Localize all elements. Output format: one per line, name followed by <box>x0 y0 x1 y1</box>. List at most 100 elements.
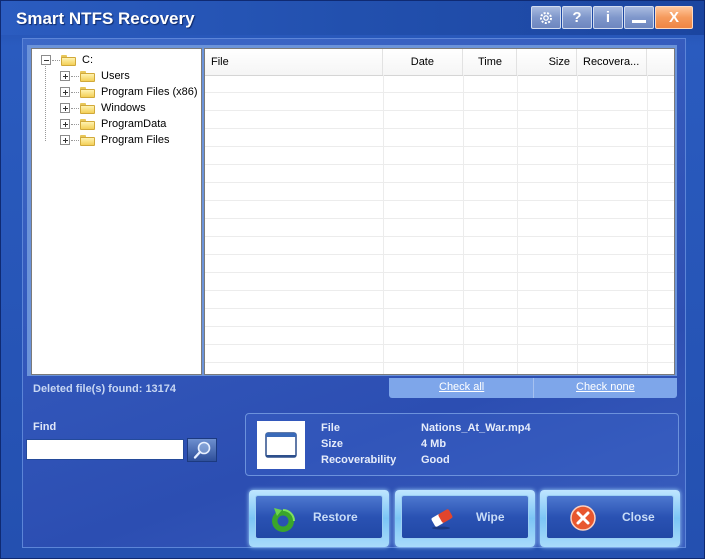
table-row <box>205 75 674 93</box>
recoverability-label: Recoverability <box>321 454 397 466</box>
expand-icon[interactable] <box>60 71 70 81</box>
restore-icon <box>272 508 295 532</box>
minimize-button[interactable] <box>624 6 654 29</box>
settings-button[interactable] <box>531 6 561 29</box>
table-row <box>205 111 674 129</box>
expand-icon[interactable] <box>60 87 70 97</box>
cancel-icon <box>570 505 596 531</box>
table-row <box>205 183 674 201</box>
table-row <box>205 219 674 237</box>
folder-icon <box>61 54 76 66</box>
title-buttons: ? i X <box>530 6 693 29</box>
window-title: Smart NTFS Recovery <box>16 9 195 28</box>
tree-connector <box>71 107 79 109</box>
column-divider <box>463 75 464 374</box>
tree-node-label: Users <box>101 70 130 82</box>
column-header-recoverability[interactable]: Recovera... <box>577 49 647 75</box>
column-divider <box>647 75 648 374</box>
table-row <box>205 93 674 111</box>
tree-connector <box>71 75 79 77</box>
close-button-face: Close <box>546 495 674 539</box>
tree-node-label: Windows <box>101 102 146 114</box>
table-row <box>205 147 674 165</box>
table-row <box>205 129 674 147</box>
table-row <box>205 327 674 345</box>
close-icon: X <box>668 9 679 26</box>
tree-node-users[interactable]: Users <box>60 68 130 84</box>
tree-node-label: C: <box>82 54 93 66</box>
folder-icon <box>80 86 95 98</box>
table-row <box>205 363 674 374</box>
check-bar: Check all Check none <box>389 378 677 398</box>
search-icon <box>193 441 211 459</box>
column-header-date[interactable]: Date <box>383 49 463 75</box>
title-bar: Smart NTFS Recovery ? i X <box>1 1 704 35</box>
window-file-icon <box>265 432 297 458</box>
table-row <box>205 201 674 219</box>
file-thumbnail <box>257 421 305 469</box>
tree-node-root[interactable]: C: <box>41 52 93 68</box>
recoverability-value: Good <box>421 454 450 466</box>
file-value: Nations_At_War.mp4 <box>421 422 531 434</box>
size-label: Size <box>321 438 344 450</box>
table-row <box>205 345 674 363</box>
close-button[interactable]: Close <box>540 490 680 547</box>
tree-connector <box>71 139 79 141</box>
expand-icon[interactable] <box>60 103 70 113</box>
close-label: Close <box>622 510 655 524</box>
table-row <box>205 309 674 327</box>
table-row <box>205 165 674 183</box>
size-value: 4 Mb <box>421 438 447 450</box>
tree-connector <box>71 123 79 125</box>
expand-icon[interactable] <box>60 119 70 129</box>
find-input[interactable] <box>26 439 184 460</box>
restore-button[interactable]: Restore <box>249 490 389 547</box>
tree-connector <box>71 91 79 93</box>
deleted-files-count: Deleted file(s) found: 13174 <box>33 383 177 395</box>
tree-node-program-files[interactable]: Program Files <box>60 132 169 148</box>
wipe-button[interactable]: Wipe <box>395 490 535 547</box>
column-divider <box>383 75 384 374</box>
column-divider <box>517 75 518 374</box>
file-details-panel: File Nations_At_War.mp4 Size 4 Mb Recove… <box>245 413 679 476</box>
folder-icon <box>80 70 95 82</box>
column-header-size[interactable]: Size <box>517 49 577 75</box>
tree-connector <box>52 59 60 61</box>
tree-node-label: Program Files <box>101 134 170 146</box>
table-row <box>205 273 674 291</box>
table-row <box>205 291 674 309</box>
file-list-header: File Date Time Size Recovera... <box>205 49 674 76</box>
tree-line <box>45 66 46 141</box>
eraser-icon <box>431 509 453 530</box>
tree-node-program-files-x86[interactable]: Program Files (x86) <box>60 84 198 100</box>
help-button[interactable]: ? <box>562 6 592 29</box>
tree-node-windows[interactable]: Windows <box>60 100 146 116</box>
restore-button-face: Restore <box>255 495 383 539</box>
collapse-icon[interactable] <box>41 55 51 65</box>
folder-tree[interactable]: C: Users Program Files (x86) Windows Pro… <box>31 48 202 375</box>
file-label: File <box>321 422 340 434</box>
column-header-file[interactable]: File <box>205 49 383 75</box>
wipe-label: Wipe <box>476 510 505 524</box>
info-icon: i <box>605 9 611 26</box>
about-button[interactable]: i <box>593 6 623 29</box>
tree-node-programdata[interactable]: ProgramData <box>60 116 166 132</box>
app-window: Smart NTFS Recovery ? i X C: Users Progr… <box>0 0 705 559</box>
column-divider <box>577 75 578 374</box>
check-none-link[interactable]: Check none <box>576 381 635 393</box>
column-header-time[interactable]: Time <box>463 49 517 75</box>
folder-icon <box>80 118 95 130</box>
find-button[interactable] <box>187 438 217 462</box>
check-separator <box>533 378 534 398</box>
tree-node-label: ProgramData <box>101 118 167 130</box>
folder-icon <box>80 102 95 114</box>
folder-icon <box>80 134 95 146</box>
check-all-link[interactable]: Check all <box>439 381 484 393</box>
wipe-button-face: Wipe <box>401 495 529 539</box>
expand-icon[interactable] <box>60 135 70 145</box>
file-list[interactable]: File Date Time Size Recovera... <box>204 48 675 375</box>
find-label: Find <box>33 421 57 433</box>
close-window-button[interactable]: X <box>655 6 693 29</box>
minimize-icon <box>632 20 646 23</box>
restore-label: Restore <box>313 510 358 524</box>
